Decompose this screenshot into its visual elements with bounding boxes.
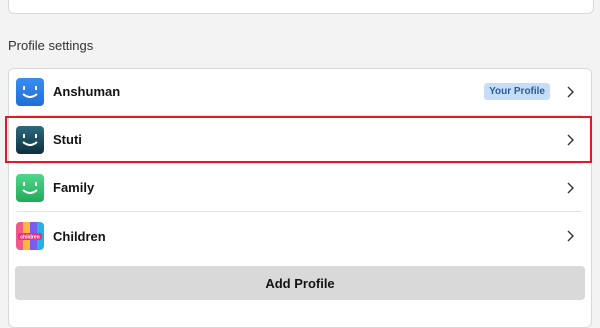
chevron-right-icon [567, 182, 574, 193]
profile-name: Anshuman [53, 84, 121, 99]
smiley-face-icon [16, 173, 44, 202]
add-profile-button[interactable]: Add Profile [15, 266, 585, 300]
profile-name: Family [53, 180, 95, 195]
your-profile-badge: Your Profile [484, 83, 550, 100]
profile-row-anshuman[interactable]: Anshuman Your Profile [16, 68, 582, 116]
smiley-face-icon [16, 77, 44, 106]
chevron-right-icon [567, 230, 574, 242]
smiley-face-icon [16, 125, 44, 154]
top-card [8, 0, 594, 14]
profile-row-family[interactable]: Family [16, 164, 582, 212]
children-logo-icon: children [16, 222, 44, 250]
chevron-right-icon [567, 134, 574, 145]
section-title: Profile settings [8, 38, 94, 53]
profile-name: Stuti [53, 132, 82, 147]
svg-text:children: children [20, 235, 39, 241]
chevron-right-icon [567, 86, 574, 97]
profile-row-children[interactable]: children Children [16, 212, 582, 260]
profile-name: Children [53, 228, 106, 244]
profile-row-stuti[interactable]: Stuti [16, 116, 582, 164]
